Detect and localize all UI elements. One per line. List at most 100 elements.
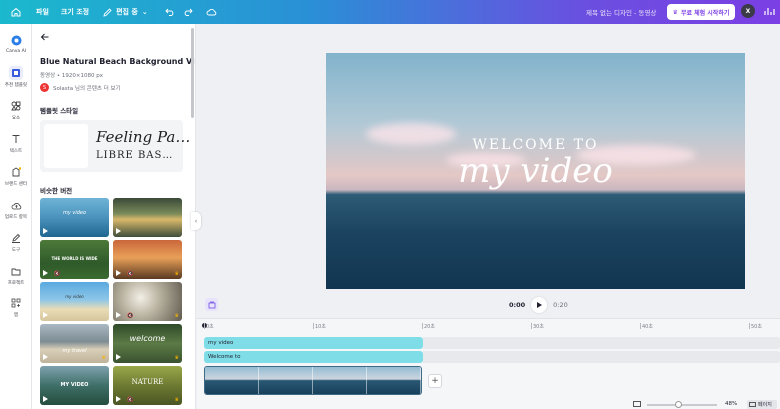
chevron-down-icon: ⌄ xyxy=(141,8,148,16)
thumbnail-text: welcome xyxy=(129,334,166,343)
mute-icon: 🔇 xyxy=(54,271,61,277)
collapse-panel-button[interactable]: ‹ xyxy=(191,212,201,230)
track-empty-area xyxy=(423,337,780,349)
crown-icon: ♛ xyxy=(174,355,179,361)
rail-label: 앱 xyxy=(13,313,19,318)
thumbnail-text: NATURE xyxy=(131,378,164,386)
rail-item-brand[interactable]: 브랜드 센터 xyxy=(0,165,32,187)
left-rail: Canva AI 추천 템플릿 요소 텍스트 브랜드 센터 업로드 항목 도구 … xyxy=(0,24,32,409)
thumbnail[interactable]: my video xyxy=(40,282,109,321)
back-arrow-icon[interactable] xyxy=(40,32,50,42)
crown-icon: ♛ xyxy=(174,313,179,319)
rail-item-text[interactable]: 텍스트 xyxy=(0,132,32,154)
ruler-tick: 40초 xyxy=(640,323,653,330)
thumbnail-text: my video xyxy=(62,210,87,216)
thumbnail-text: my travel xyxy=(62,348,87,354)
add-clip-button[interactable]: + xyxy=(428,374,442,388)
current-time: 0:00 xyxy=(509,301,526,309)
rail-item-elements[interactable]: 요소 xyxy=(0,99,32,121)
thumbnail[interactable]: welcome ♛ xyxy=(113,324,182,363)
redo-icon[interactable] xyxy=(182,6,194,18)
video-frame xyxy=(205,367,259,394)
rail-label: 텍스트 xyxy=(9,149,23,154)
play-icon xyxy=(116,396,121,402)
thumbnail[interactable]: 🔇 ♛ xyxy=(113,282,182,321)
text-track-my-video[interactable]: my video xyxy=(204,337,423,349)
cloud-save-icon[interactable] xyxy=(206,6,218,18)
text-icon xyxy=(9,132,23,146)
mute-icon: 🔇 xyxy=(127,397,134,403)
thumbnail[interactable] xyxy=(113,198,182,237)
timeline-ruler[interactable]: 0초 10초 20초 30초 40초 50초 xyxy=(197,319,780,333)
panel-scrollbar[interactable] xyxy=(191,28,194,118)
elements-icon xyxy=(9,99,23,113)
zoom-slider-handle[interactable] xyxy=(675,401,682,408)
ruler-tick: 0초 xyxy=(204,323,214,330)
thumbnail[interactable]: THE WORLD IS WIDE 🔇 xyxy=(40,240,109,279)
mute-icon: 🔇 xyxy=(127,313,134,319)
brand-icon xyxy=(9,165,23,179)
thumbnail[interactable]: NATURE 🔇 ♛ xyxy=(113,366,182,405)
pages-button[interactable]: 페이지 xyxy=(747,400,777,409)
rail-item-canva-ai[interactable]: Canva AI xyxy=(0,33,32,54)
apps-icon xyxy=(9,296,23,310)
thumbnail-text: THE WORLD IS WIDE xyxy=(51,256,98,261)
magic-tool-icon[interactable] xyxy=(205,298,218,311)
undo-icon[interactable] xyxy=(164,6,176,18)
crown-icon: ♛ xyxy=(672,8,679,16)
avatar[interactable]: X xyxy=(741,4,755,18)
play-icon xyxy=(116,228,121,234)
template-style-card[interactable]: Feeling Pa… LIBRE BAS… xyxy=(40,120,190,172)
start-trial-button[interactable]: ♛ 무료 체험 시작하기 xyxy=(667,4,735,20)
zoom-level[interactable]: 48% xyxy=(725,401,737,407)
play-icon xyxy=(43,354,48,360)
analytics-icon[interactable] xyxy=(763,5,775,17)
ruler-tick: 50초 xyxy=(749,323,762,330)
thumbnail[interactable]: 🔇 ♛ xyxy=(113,240,182,279)
canvas-script-title[interactable]: my video xyxy=(326,151,745,191)
thumbnail[interactable]: MY VIDEO xyxy=(40,366,109,405)
rail-item-tools[interactable]: 도구 xyxy=(0,231,32,253)
template-detail-panel: Blue Natural Beach Background Video 동영상 … xyxy=(32,24,196,409)
play-icon xyxy=(43,312,48,318)
playback-controls: 0:00 0:20 xyxy=(509,297,568,313)
rail-label: 요소 xyxy=(11,116,21,121)
rail-item-projects[interactable]: 프로젝트 xyxy=(0,264,32,286)
style-font-sample-2: LIBRE BAS… xyxy=(96,150,174,161)
upload-icon xyxy=(9,198,23,212)
home-icon[interactable] xyxy=(8,4,24,20)
rail-label: Canva AI xyxy=(5,49,26,54)
duration: 0:20 xyxy=(553,301,568,309)
bottom-bar: 48% 페이지 xyxy=(197,399,780,409)
rail-item-uploads[interactable]: 업로드 항목 xyxy=(0,198,32,220)
video-frame xyxy=(313,367,367,394)
crown-icon: ♛ xyxy=(101,355,106,361)
resize-menu[interactable]: 크기 조정 xyxy=(61,7,89,17)
text-track-welcome[interactable]: Welcome to xyxy=(204,351,423,363)
similar-heading: 비슷한 버전 xyxy=(40,187,73,195)
template-title: Blue Natural Beach Background Video xyxy=(40,57,196,66)
video-frame xyxy=(259,367,313,394)
zoom-slider[interactable] xyxy=(647,404,717,406)
author-link[interactable]: S Solasta 님의 콘텐츠 더 보기 xyxy=(40,83,121,92)
thumbnail[interactable]: my video xyxy=(40,198,109,237)
file-menu[interactable]: 파일 xyxy=(36,7,49,17)
pencil-icon xyxy=(103,7,112,17)
video-frame xyxy=(367,367,421,394)
edit-mode-label: 편집 중 xyxy=(116,8,138,16)
play-button[interactable] xyxy=(531,297,548,313)
rail-item-apps[interactable]: 앱 xyxy=(0,296,32,318)
video-track[interactable] xyxy=(204,366,422,395)
pages-icon xyxy=(749,402,756,407)
rail-label: 도구 xyxy=(11,248,21,253)
top-bar: 파일 크기 조정 편집 중 ⌄ 제목 없는 디자인 - 동영상 ♛ 무료 체험 … xyxy=(0,0,780,24)
play-icon xyxy=(116,312,121,318)
thumbnail[interactable]: my travel ♛ xyxy=(40,324,109,363)
thumbnail-text: my video xyxy=(65,294,84,299)
video-canvas[interactable]: WELCOME TO my video xyxy=(326,53,745,289)
pages-label: 페이지 xyxy=(758,402,772,408)
rail-item-templates[interactable]: 추천 템플릿 xyxy=(0,66,32,88)
edit-mode-dropdown[interactable]: 편집 중 ⌄ xyxy=(103,7,148,17)
notes-icon[interactable] xyxy=(633,401,641,407)
document-title[interactable]: 제목 없는 디자인 - 동영상 xyxy=(586,7,656,17)
